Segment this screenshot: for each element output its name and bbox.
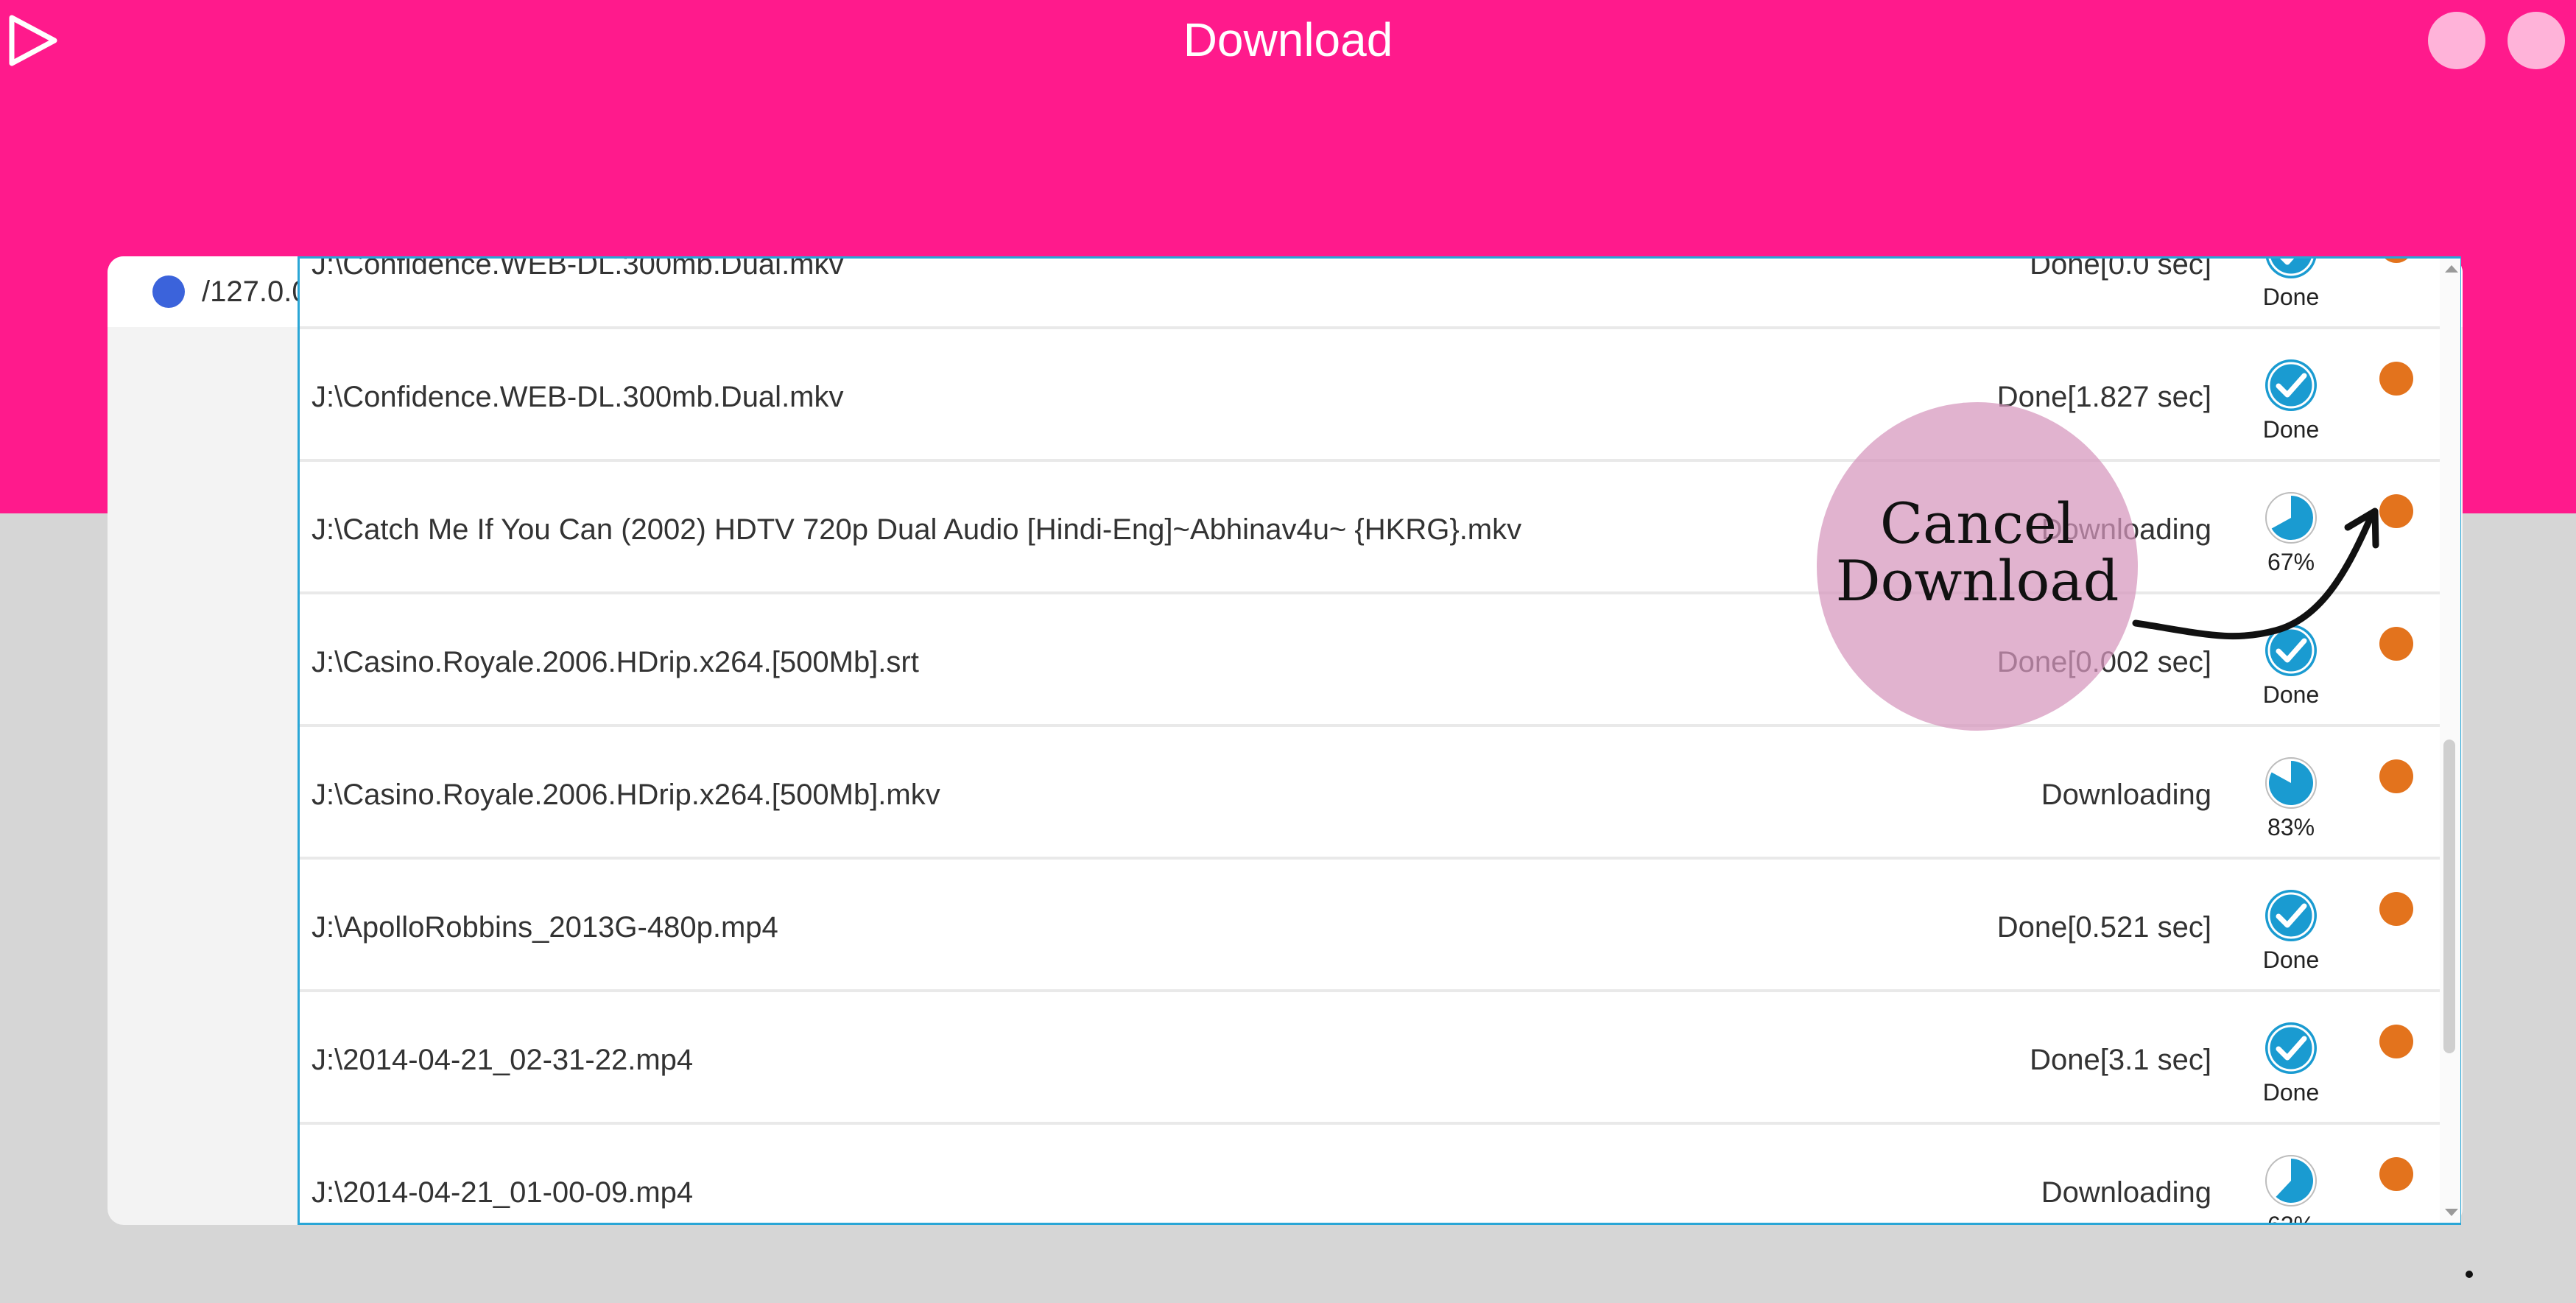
done-check-icon <box>2265 359 2317 411</box>
progress-caption: 83% <box>2267 814 2315 840</box>
done-check-icon <box>2265 890 2317 941</box>
download-row[interactable]: J:\Casino.Royale.2006.HDrip.x264.[500Mb]… <box>300 730 2443 860</box>
download-file-name: J:\ApolloRobbins_2013G-480p.mp4 <box>312 911 778 944</box>
download-row[interactable]: J:\2014-04-21_01-00-09.mp4 Downloading 62% <box>300 1128 2443 1225</box>
download-status: Done[0.0 sec] <box>2030 256 2211 281</box>
download-file-name: J:\2014-04-21_02-31-22.mp4 <box>312 1044 694 1076</box>
cancel-download-button[interactable] <box>2379 494 2413 528</box>
cancel-download-button[interactable] <box>2379 259 2413 263</box>
corner-dot <box>2466 1271 2473 1278</box>
download-file-name: J:\Confidence.WEB-DL.300mb.Dual.mkv <box>312 381 844 413</box>
download-file-name: J:\Catch Me If You Can (2002) HDTV 720p … <box>312 513 1522 546</box>
cancel-download-button[interactable] <box>2379 362 2413 396</box>
download-row[interactable]: J:\Confidence.WEB-DL.300mb.Dual.mkv Done[… <box>300 332 2443 462</box>
download-list[interactable]: J:\Confidence.WEB-DL.300mb.Dual.mkv Done[… <box>298 256 2461 1225</box>
cancel-download-button[interactable] <box>2379 1157 2413 1191</box>
server-status-dot <box>152 275 185 308</box>
progress-caption: Done <box>2262 681 2320 708</box>
progress-caption: 62% <box>2267 1212 2315 1225</box>
scroll-down-icon[interactable] <box>2445 1209 2458 1216</box>
download-file-name: J:\Confidence.WEB-DL.300mb.Dual.mkv <box>312 256 844 281</box>
progress-pie-icon <box>2265 1155 2317 1207</box>
window-title: Download <box>1183 13 1393 66</box>
progress-caption: Done <box>2262 946 2320 973</box>
download-status: Downloading <box>2041 779 2211 811</box>
close-button[interactable] <box>2508 12 2565 69</box>
callout-line-1: Cancel <box>1879 491 2075 556</box>
progress-caption: Done <box>2262 284 2320 310</box>
progress-caption: Done <box>2262 1079 2320 1106</box>
done-check-icon <box>2265 259 2317 278</box>
download-status: Downloading <box>2041 1176 2211 1209</box>
download-row[interactable]: J:\ApolloRobbins_2013G-480p.mp4 Done[0.52… <box>300 863 2443 992</box>
download-file-name: J:\Casino.Royale.2006.HDrip.x264.[500Mb]… <box>312 646 919 678</box>
minimize-button[interactable] <box>2428 12 2485 69</box>
cancel-download-button[interactable] <box>2379 627 2413 661</box>
callout-text: Cancel Download <box>1817 495 2138 610</box>
scroll-up-icon[interactable] <box>2445 265 2458 273</box>
download-file-name: J:\Casino.Royale.2006.HDrip.x264.[500Mb]… <box>312 779 940 811</box>
callout-line-2: Download <box>1835 548 2119 614</box>
progress-pie-icon <box>2265 757 2317 809</box>
cancel-download-button[interactable] <box>2379 1025 2413 1058</box>
download-status: Done[3.1 sec] <box>2030 1044 2211 1076</box>
download-row[interactable]: J:\Confidence.WEB-DL.300mb.Dual.mkv Done[… <box>300 256 2443 329</box>
download-file-name: J:\2014-04-21_01-00-09.mp4 <box>312 1176 694 1209</box>
progress-caption: 67% <box>2267 549 2315 575</box>
progress-caption: Done <box>2262 416 2320 443</box>
done-check-icon <box>2265 1022 2317 1074</box>
done-check-icon <box>2265 625 2317 676</box>
scroll-thumb[interactable] <box>2443 740 2455 1053</box>
download-status: Done[0.521 sec] <box>1996 911 2211 944</box>
download-row[interactable]: J:\2014-04-21_02-31-22.mp4 Done[3.1 sec] D… <box>300 995 2443 1125</box>
progress-pie-icon <box>2265 492 2317 544</box>
cancel-download-button[interactable] <box>2379 759 2413 793</box>
cancel-download-button[interactable] <box>2379 892 2413 926</box>
